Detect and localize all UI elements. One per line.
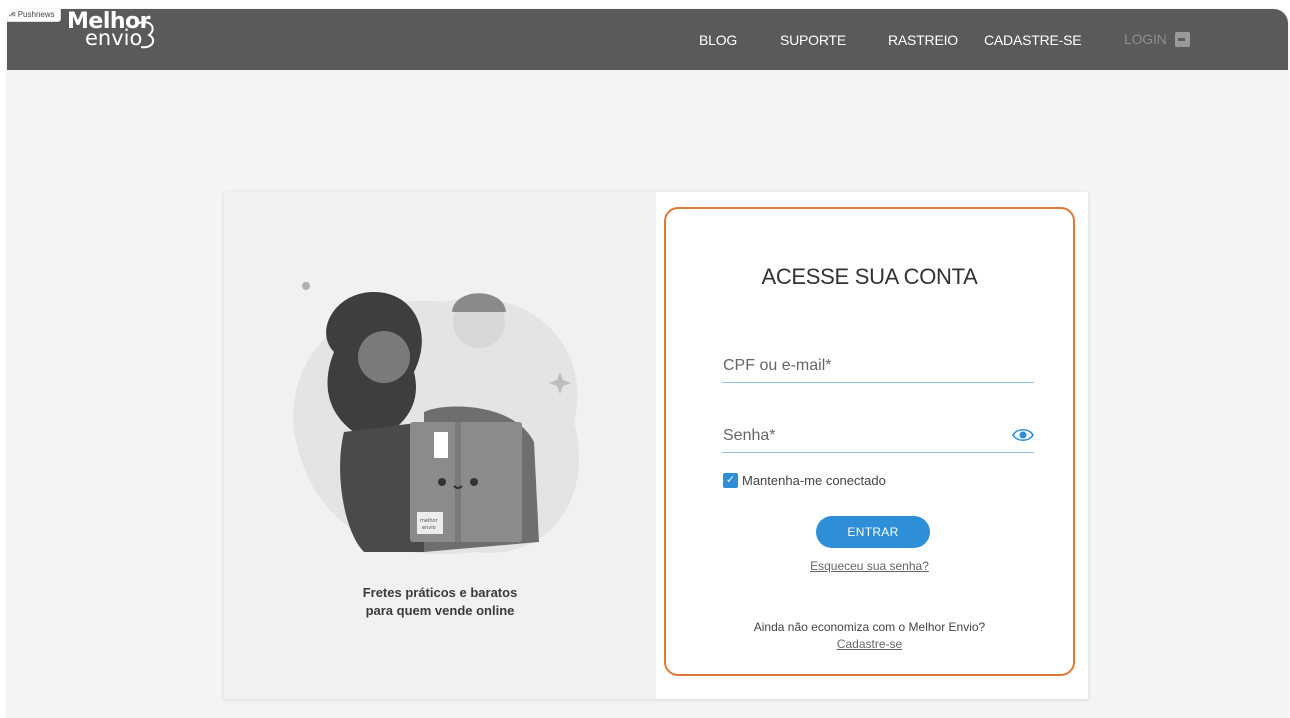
couple-with-package-illustration: melhor envio: [293, 282, 580, 555]
email-field-wrapper: [722, 349, 1034, 383]
tagline: Fretes práticos e baratos para quem vend…: [224, 584, 656, 620]
entrar-button[interactable]: ENTRAR: [816, 516, 930, 548]
box-logo-line-1: melhor: [420, 518, 439, 524]
illustration-panel: melhor envio Fretes práticos e baratos p…: [224, 192, 656, 699]
box-logo-line-2: envio: [422, 525, 436, 531]
nav-login-label: LOGIN: [1124, 31, 1167, 47]
logo-swirl-icon: [138, 21, 155, 49]
login-form-panel: ACESSE SUA CONTA ✓ Mantenha-me conectado…: [664, 207, 1075, 676]
login-card: melhor envio Fretes práticos e baratos p…: [224, 192, 1088, 699]
nav-login[interactable]: LOGIN: [1124, 31, 1190, 47]
password-field[interactable]: [722, 419, 1034, 452]
nav-cadastre-se[interactable]: CADASTRE-SE: [984, 32, 1082, 48]
top-navigation-bar: Melhor envio ✉ Pushnews BLOG SUPORTE RAS…: [7, 9, 1288, 70]
bell-icon: ✉: [9, 10, 16, 19]
signup-prompt: Ainda não economiza com o Melhor Envio?: [753, 620, 986, 634]
login-enter-icon: [1174, 31, 1190, 47]
signup-link[interactable]: Cadastre-se: [666, 637, 1073, 651]
email-field[interactable]: [722, 349, 1034, 382]
tagline-line-2: para quem vende online: [365, 603, 515, 618]
nav-suporte[interactable]: SUPORTE: [780, 32, 846, 48]
app-window: Melhor envio ✉ Pushnews BLOG SUPORTE RAS…: [7, 9, 1288, 718]
remember-me[interactable]: ✓ Mantenha-me conectado: [723, 473, 886, 488]
remember-me-checkbox[interactable]: ✓: [723, 473, 738, 488]
forgot-password-link[interactable]: Esqueceu sua senha?: [666, 559, 1073, 573]
password-field-wrapper: [722, 419, 1034, 453]
remember-me-label: Mantenha-me conectado: [742, 473, 886, 488]
login-title: ACESSE SUA CONTA: [761, 264, 978, 289]
pushnews-label: Pushnews: [17, 10, 55, 19]
pushnews-badge[interactable]: ✉ Pushnews: [7, 9, 61, 22]
nav-rastreio[interactable]: RASTREIO: [888, 32, 958, 48]
nav-blog[interactable]: BLOG: [699, 32, 737, 48]
tagline-line-1: Fretes práticos e baratos: [362, 585, 518, 600]
show-password-eye-icon[interactable]: [1012, 428, 1034, 442]
